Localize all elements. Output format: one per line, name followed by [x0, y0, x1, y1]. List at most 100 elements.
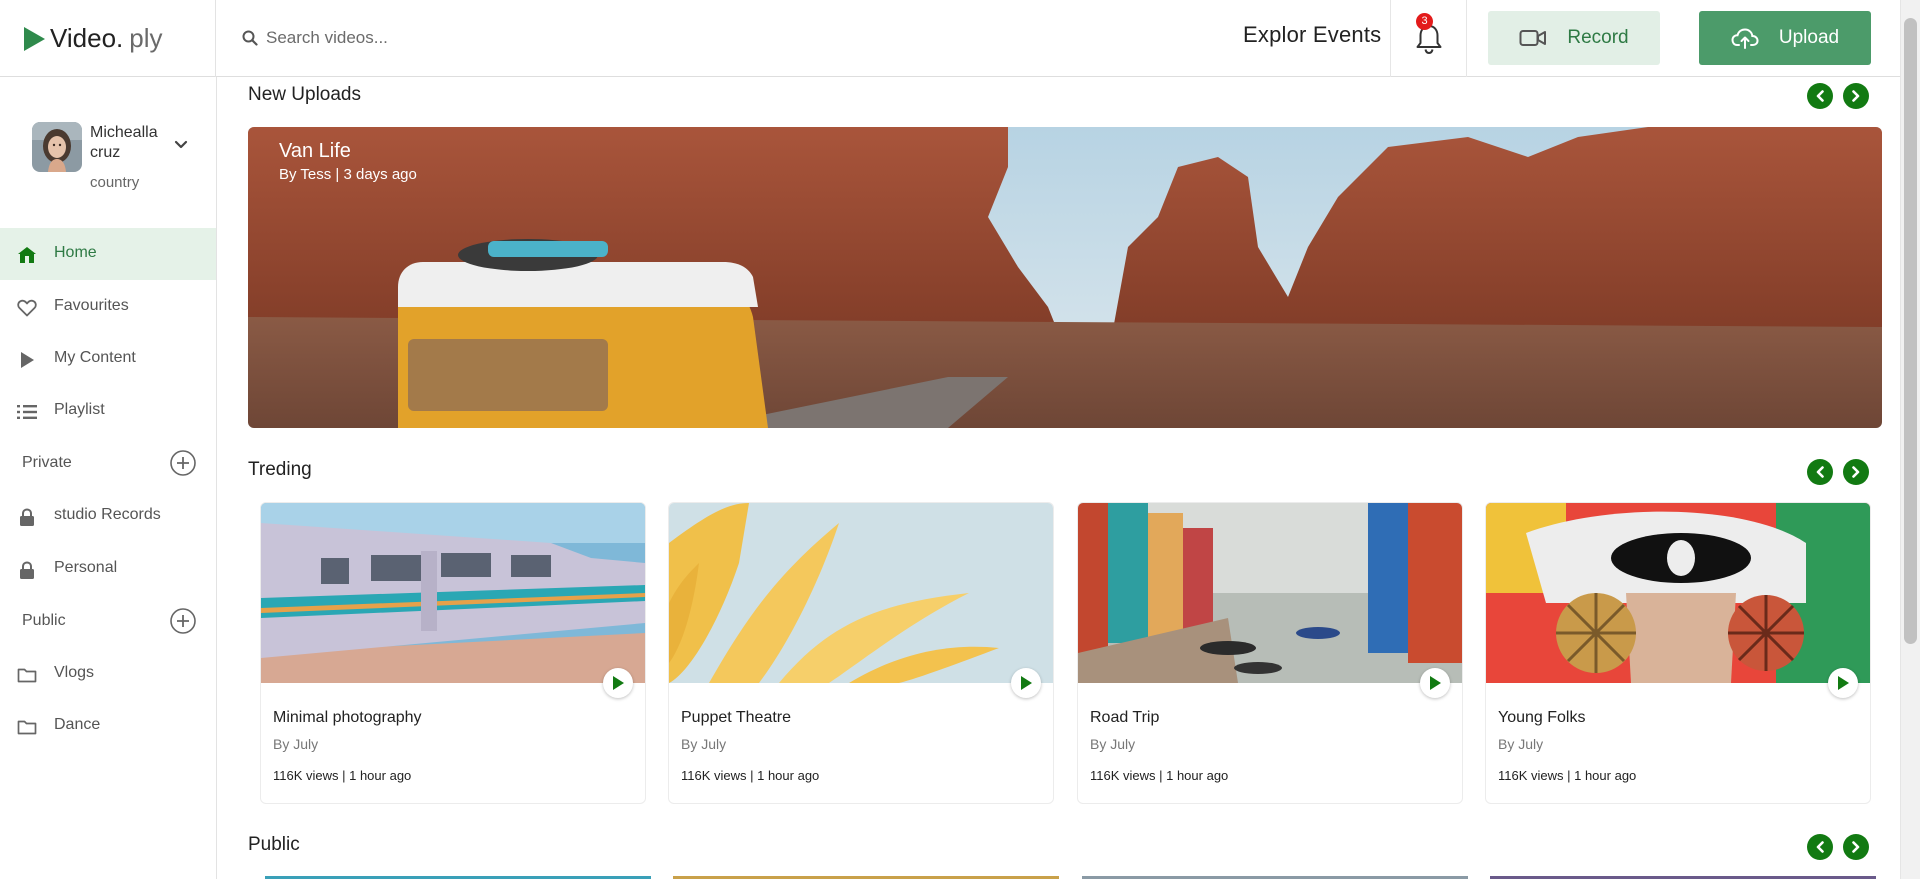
page-scrollbar[interactable]	[1900, 0, 1920, 879]
video-thumbnail	[261, 503, 645, 683]
add-public-icon[interactable]	[169, 607, 197, 640]
play-icon	[1838, 676, 1849, 690]
record-label: Record	[1567, 27, 1629, 48]
video-author: By July	[273, 736, 319, 752]
video-card[interactable]: Young Folks By July 116K views | 1 hour …	[1485, 502, 1871, 804]
brand-suffix: ply	[129, 23, 163, 53]
new-uploads-carousel-nav	[1807, 83, 1869, 109]
video-thumbnail	[1078, 503, 1462, 683]
play-icon	[17, 350, 37, 370]
sidebar-item-playlist[interactable]: Playlist	[0, 385, 216, 437]
chevron-left-icon[interactable]	[1807, 459, 1833, 485]
chevron-right-icon[interactable]	[1843, 83, 1869, 109]
profile-subtitle: country	[90, 174, 140, 191]
top-bar: Video. ply Explor Events 3 Record Upload	[0, 0, 1900, 77]
video-stats: 116K views | 1 hour ago	[1498, 768, 1637, 783]
explore-events-link[interactable]: Explor Events	[1243, 22, 1381, 48]
notification-count-badge: 3	[1416, 13, 1433, 30]
video-thumbnail	[669, 503, 1053, 683]
sidebar-item-label: Home	[54, 244, 97, 261]
video-title: Road Trip	[1090, 709, 1160, 726]
avatar-image	[32, 122, 82, 172]
folder-icon	[17, 717, 37, 737]
sidebar-item-label: Playlist	[54, 401, 105, 418]
list-icon	[17, 402, 37, 422]
video-card[interactable]: Road Trip By July 116K views | 1 hour ag…	[1077, 502, 1463, 804]
home-icon	[17, 245, 37, 265]
upload-button[interactable]: Upload	[1699, 11, 1871, 65]
play-icon	[1021, 676, 1032, 690]
sidebar-item-my-content[interactable]: My Content	[0, 333, 216, 385]
section-title-public: Public	[248, 834, 300, 855]
profile-name: Michealla cruz	[90, 124, 158, 161]
video-card[interactable]: Puppet Theatre By July 116K views | 1 ho…	[668, 502, 1054, 804]
add-private-icon[interactable]	[169, 449, 197, 482]
video-author: By July	[681, 736, 727, 752]
sidebar-item-label: Personal	[54, 559, 118, 576]
brand-play-icon	[24, 26, 45, 51]
sidebar-item-label: Favourites	[54, 297, 129, 314]
video-thumbnail	[1486, 503, 1870, 683]
sidebar-item-vlogs[interactable]: Vlogs	[0, 648, 216, 700]
sidebar-item-favourites[interactable]: Favourites	[0, 281, 216, 333]
folder-icon	[17, 665, 37, 685]
video-camera-icon	[1519, 30, 1547, 46]
video-title: Young Folks	[1498, 709, 1586, 726]
featured-video-banner[interactable]	[248, 127, 1882, 428]
search-input[interactable]	[266, 28, 766, 48]
video-stats: 116K views | 1 hour ago	[273, 768, 412, 783]
sidebar-item-studio-records[interactable]: studio Records	[0, 490, 216, 542]
featured-video-thumbnail	[248, 127, 1882, 428]
avatar[interactable]	[32, 122, 82, 172]
lock-icon	[17, 507, 37, 527]
sidebar-item-label: studio Records	[54, 506, 161, 523]
private-section-header: Private	[0, 443, 216, 483]
chevron-right-icon[interactable]	[1843, 834, 1869, 860]
video-author: By July	[1498, 736, 1544, 752]
cloud-upload-icon	[1731, 28, 1759, 49]
sidebar: Michealla cruz country Home Favourites M…	[0, 77, 217, 879]
sidebar-item-dance[interactable]: Dance	[0, 700, 216, 752]
private-section-label: Private	[22, 454, 72, 471]
brand-name: Video.	[50, 23, 124, 53]
play-button[interactable]	[1011, 668, 1041, 698]
featured-video-meta: By Tess | 3 days ago	[279, 166, 417, 183]
video-stats: 116K views | 1 hour ago	[1090, 768, 1229, 783]
video-card[interactable]: Minimal photography By July 116K views |…	[260, 502, 646, 804]
record-button[interactable]: Record	[1488, 11, 1660, 65]
user-profile: Michealla cruz country	[32, 122, 202, 232]
section-title-trending: Treding	[248, 459, 312, 480]
featured-video-title: Van Life	[279, 140, 351, 162]
section-title-new-uploads: New Uploads	[248, 84, 361, 105]
lock-icon	[17, 560, 37, 580]
play-icon	[613, 676, 624, 690]
chevron-right-icon[interactable]	[1843, 459, 1869, 485]
search-icon	[242, 30, 258, 46]
play-button[interactable]	[603, 668, 633, 698]
video-stats: 116K views | 1 hour ago	[681, 768, 820, 783]
scrollbar-thumb[interactable]	[1904, 18, 1917, 644]
video-title: Puppet Theatre	[681, 709, 792, 726]
play-button[interactable]	[1828, 668, 1858, 698]
public-section-label: Public	[22, 612, 66, 629]
chevron-left-icon[interactable]	[1807, 834, 1833, 860]
trending-carousel-nav	[1807, 459, 1869, 485]
play-icon	[1430, 676, 1441, 690]
chevron-left-icon[interactable]	[1807, 83, 1833, 109]
sidebar-item-label: Vlogs	[54, 664, 95, 681]
upload-label: Upload	[1778, 27, 1840, 48]
search-bar	[242, 21, 802, 55]
sidebar-item-label: My Content	[54, 349, 136, 366]
sidebar-item-personal[interactable]: Personal	[0, 543, 216, 595]
video-author: By July	[1090, 736, 1136, 752]
sidebar-item-home[interactable]: Home	[0, 228, 216, 280]
chevron-down-icon[interactable]	[174, 137, 188, 155]
public-carousel-nav	[1807, 834, 1869, 860]
play-button[interactable]	[1420, 668, 1450, 698]
heart-icon	[17, 298, 37, 318]
notifications-button[interactable]: 3	[1390, 0, 1467, 77]
video-title: Minimal photography	[273, 709, 422, 726]
brand-logo[interactable]: Video. ply	[0, 0, 216, 77]
sidebar-item-label: Dance	[54, 716, 101, 733]
public-section-header: Public	[0, 601, 216, 641]
